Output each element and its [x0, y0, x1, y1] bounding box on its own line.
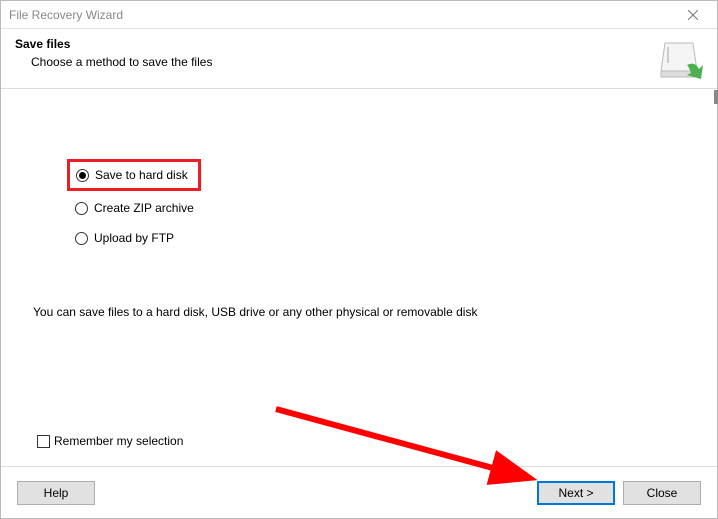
radio-icon [75, 232, 88, 245]
option-description: You can save files to a hard disk, USB d… [33, 305, 685, 319]
help-button[interactable]: Help [17, 481, 95, 505]
close-button[interactable]: Close [623, 481, 701, 505]
wizard-header: Save files Choose a method to save the f… [1, 29, 717, 89]
save-method-options: Save to hard disk Create ZIP archive Upl… [75, 159, 685, 245]
next-button[interactable]: Next > [537, 481, 615, 505]
option-label: Create ZIP archive [94, 201, 194, 215]
titlebar: File Recovery Wizard [1, 1, 717, 29]
option-label: Save to hard disk [95, 168, 188, 182]
wizard-footer: Help Next > Close [1, 466, 717, 518]
radio-icon [75, 202, 88, 215]
page-title: Save files [15, 37, 703, 51]
close-icon[interactable] [673, 1, 713, 29]
option-create-zip[interactable]: Create ZIP archive [75, 201, 685, 215]
option-save-hard-disk[interactable]: Save to hard disk [67, 159, 201, 191]
option-label: Upload by FTP [94, 231, 174, 245]
page-subtitle: Choose a method to save the files [31, 55, 703, 69]
remember-selection[interactable]: Remember my selection [37, 434, 183, 448]
disk-save-icon [659, 41, 703, 84]
wizard-content: Save to hard disk Create ZIP archive Upl… [1, 89, 717, 454]
window-title: File Recovery Wizard [9, 8, 123, 22]
checkbox-icon [37, 435, 50, 448]
remember-label: Remember my selection [54, 434, 183, 448]
radio-icon [76, 169, 89, 182]
option-upload-ftp[interactable]: Upload by FTP [75, 231, 685, 245]
